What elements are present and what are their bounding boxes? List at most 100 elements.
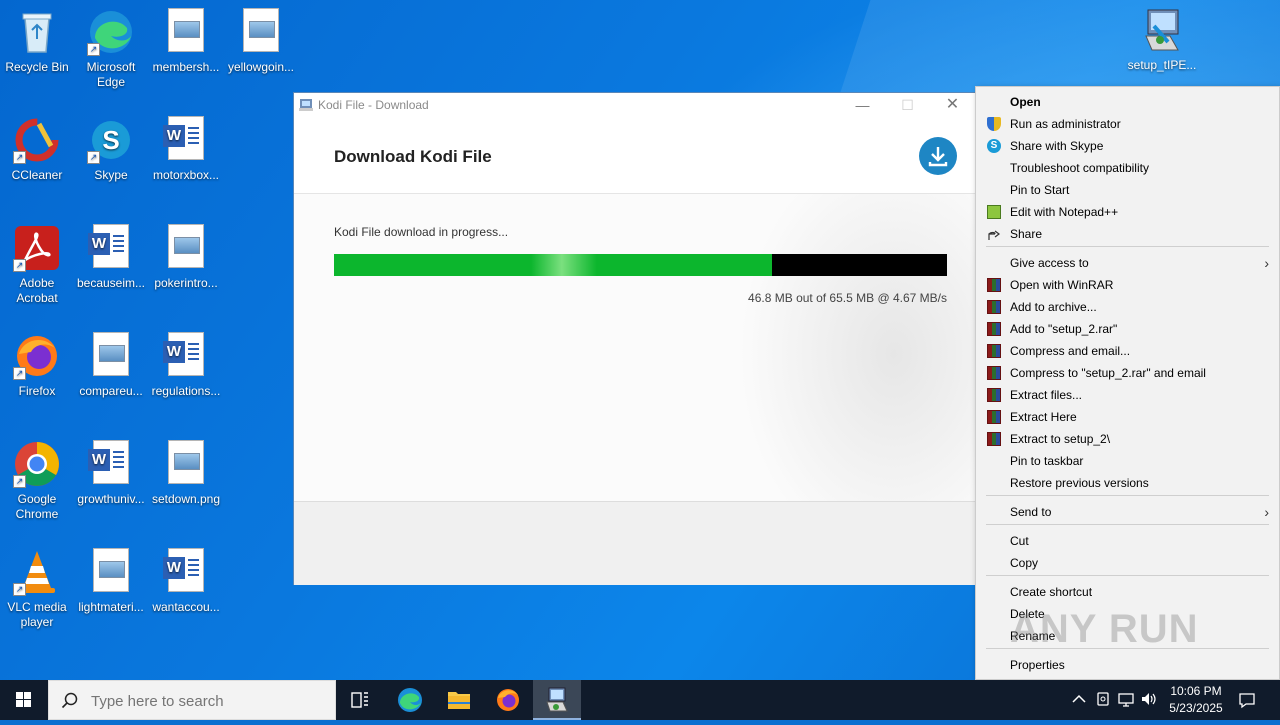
word-document-icon: W [162, 548, 210, 596]
context-menu-item[interactable]: Send to › [976, 501, 1279, 523]
window-heading: Download Kodi File [334, 147, 492, 166]
desktop-icon-setup[interactable]: setup_tIPE... [1124, 6, 1200, 73]
desktop-icon-becauseim[interactable]: W becauseim... [74, 224, 148, 291]
context-menu-item-label: Run as administrator [1010, 117, 1121, 131]
context-menu-item-label: Pin to taskbar [1010, 454, 1084, 468]
context-menu-item-label: Pin to Start [1010, 183, 1070, 197]
recycle-bin-icon [13, 8, 61, 56]
desktop-icon-pokerintro[interactable]: pokerintro... [149, 224, 223, 291]
image-file-icon [162, 224, 210, 272]
taskbar-search-box[interactable] [48, 680, 336, 720]
desktop-icon-firefox[interactable]: ↗ Firefox [0, 332, 74, 399]
context-menu-item[interactable]: Cut [976, 530, 1279, 552]
context-menu-item[interactable]: Properties [976, 654, 1279, 676]
desktop-icon-label: Firefox [18, 384, 56, 398]
progress-bar [334, 254, 947, 276]
start-button[interactable] [0, 680, 48, 720]
desktop-icon-setdown[interactable]: setdown.png [149, 440, 223, 507]
image-file-icon [237, 8, 285, 56]
firefox-icon: ↗ [13, 332, 61, 380]
context-menu-item[interactable]: Pin to taskbar [976, 450, 1279, 472]
context-menu-item-label: Edit with Notepad++ [1010, 205, 1119, 219]
shortcut-arrow-icon: ↗ [87, 43, 100, 56]
network-icon[interactable] [1117, 690, 1135, 708]
desktop-icon-yellowgoin[interactable]: yellowgoin... [224, 8, 298, 75]
vlc-icon: ↗ [13, 548, 61, 596]
winrar-icon [987, 410, 1001, 424]
context-menu-item[interactable]: S Share with Skype [976, 135, 1279, 157]
context-menu-item[interactable]: Pin to Start [976, 179, 1279, 201]
skype-icon: S ↗ [87, 116, 135, 164]
minimize-button[interactable]: — [840, 93, 885, 117]
desktop-icon-label: Google Chrome [15, 492, 59, 521]
task-view-button[interactable] [336, 680, 384, 720]
app-icon [299, 99, 313, 111]
winrar-icon [987, 388, 1001, 402]
winrar-icon [987, 366, 1001, 380]
taskbar-kodi-installer[interactable] [533, 680, 581, 720]
context-menu-item[interactable]: Troubleshoot compatibility [976, 157, 1279, 179]
desktop-icon-vlc[interactable]: ↗ VLC media player [0, 548, 74, 630]
chevron-up-icon[interactable] [1070, 690, 1088, 708]
notepadpp-icon [987, 205, 1001, 219]
context-menu-item[interactable]: Extract Here [976, 406, 1279, 428]
context-menu-item[interactable]: Extract to setup_2\ [976, 428, 1279, 450]
context-menu-item[interactable]: Edit with Notepad++ [976, 201, 1279, 223]
chrome-icon: ↗ [13, 440, 61, 488]
context-menu-item[interactable]: Create shortcut [976, 581, 1279, 603]
context-menu-item-label: Troubleshoot compatibility [1010, 161, 1149, 175]
firefox-icon [497, 689, 519, 711]
context-menu-item[interactable]: Restore previous versions [976, 472, 1279, 494]
context-menu-item[interactable]: Open with WinRAR [976, 274, 1279, 296]
context-menu-item[interactable]: Add to "setup_2.rar" [976, 318, 1279, 340]
desktop-icon-regulations[interactable]: W regulations... [149, 332, 223, 399]
context-menu-item-label: Properties [1010, 658, 1065, 672]
desktop-icon-recycle-bin[interactable]: Recycle Bin [0, 8, 74, 75]
shortcut-arrow-icon: ↗ [13, 151, 26, 164]
maximize-button[interactable]: ☐ [885, 93, 930, 117]
desktop-icon-google-chrome[interactable]: ↗ Google Chrome [0, 440, 74, 522]
context-menu-item[interactable]: Share [976, 223, 1279, 245]
notification-icon[interactable] [1238, 691, 1256, 709]
kodi-download-window: Kodi File - Download — ☐ ✕ Download Kodi… [293, 92, 976, 585]
device-icon[interactable] [1094, 690, 1112, 708]
context-menu-item-label: Add to archive... [1010, 300, 1097, 314]
taskbar-firefox[interactable] [484, 680, 532, 720]
menu-separator [986, 495, 1269, 496]
context-menu-item[interactable]: Add to archive... [976, 296, 1279, 318]
context-menu-item[interactable]: Run as administrator [976, 113, 1279, 135]
download-size-text: 46.8 MB out of 65.5 MB @ 4.67 MB/s [748, 291, 947, 305]
desktop-icon-growthuniv[interactable]: W growthuniv... [74, 440, 148, 507]
winrar-icon [987, 344, 1001, 358]
shortcut-arrow-icon: ↗ [13, 475, 26, 488]
word-document-icon: W [162, 332, 210, 380]
context-menu-item[interactable]: Compress and email... [976, 340, 1279, 362]
desktop-icon-compareu[interactable]: compareu... [74, 332, 148, 399]
taskbar-clock[interactable]: 10:06 PM 5/23/2025 [1160, 683, 1232, 717]
context-menu-item[interactable]: Extract files... [976, 384, 1279, 406]
context-menu-item[interactable]: Open [976, 91, 1279, 113]
context-menu-item[interactable]: Copy [976, 552, 1279, 574]
desktop-icon-ccleaner[interactable]: ↗ CCleaner [0, 116, 74, 183]
image-file-icon [87, 548, 135, 596]
desktop-icon-motorxbox[interactable]: W motorxbox... [149, 116, 223, 183]
desktop-icon-adobe-acrobat[interactable]: ↗ Adobe Acrobat [0, 224, 74, 306]
window-titlebar[interactable]: Kodi File - Download — ☐ ✕ [294, 93, 975, 117]
close-button[interactable]: ✕ [930, 93, 975, 117]
desktop-icon-lightmateri[interactable]: lightmateri... [74, 548, 148, 615]
taskbar-file-explorer[interactable] [435, 680, 483, 720]
word-document-icon: W [87, 224, 135, 272]
volume-icon[interactable] [1140, 690, 1158, 708]
desktop-icon-microsoft-edge[interactable]: ↗ Microsoft Edge [74, 8, 148, 90]
share-icon [987, 227, 1001, 241]
context-menu-item[interactable]: Compress to "setup_2.rar" and email [976, 362, 1279, 384]
taskbar-edge[interactable] [386, 680, 434, 720]
winrar-icon [987, 432, 1001, 446]
svg-text:S: S [102, 125, 119, 155]
desktop-icon-skype[interactable]: S ↗ Skype [74, 116, 148, 183]
desktop-icon-wantaccou[interactable]: W wantaccou... [149, 548, 223, 615]
desktop-icon-membersh[interactable]: membersh... [149, 8, 223, 75]
search-input[interactable] [89, 689, 323, 713]
windows-logo-icon [16, 692, 31, 707]
context-menu-item[interactable]: Give access to › [976, 252, 1279, 274]
